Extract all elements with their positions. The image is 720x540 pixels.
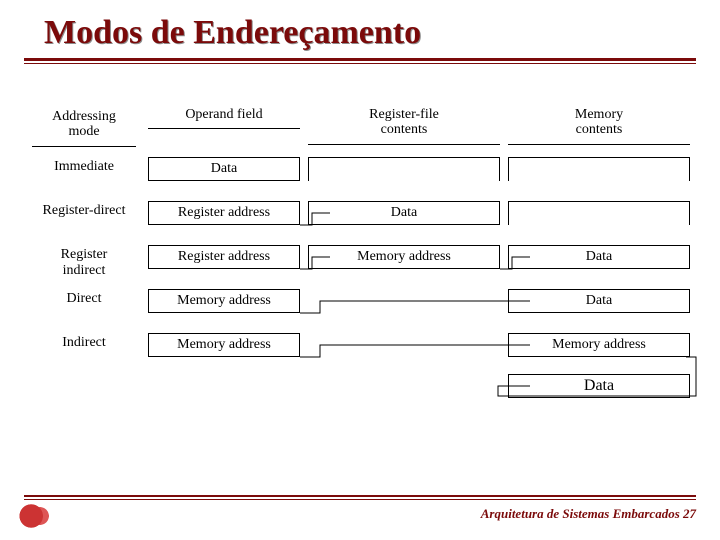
mem-box: Memory address (508, 333, 690, 357)
regfile-box: Data (308, 201, 500, 225)
title-underline (24, 58, 696, 64)
mem-box (508, 201, 690, 225)
mode-label: Indirect (24, 333, 144, 353)
mem-box (508, 157, 690, 181)
mem-box-final: Data (508, 374, 690, 398)
operand-box: Register address (148, 245, 300, 269)
slide: Modos de Endereçamento Addressing mode O… (0, 0, 720, 540)
mode-label: Register indirect (24, 245, 144, 281)
regfile-box (308, 157, 500, 181)
mem-box: Data (508, 245, 690, 269)
header-regfile: Register-file contents (304, 105, 504, 140)
final-row: Data (24, 374, 696, 398)
operand-box: Data (148, 157, 300, 181)
table-row: Indirect Memory address Memory address (24, 333, 696, 377)
mode-label: Immediate (24, 157, 144, 177)
footer-divider (24, 495, 696, 500)
regfile-box: Memory address (308, 245, 500, 269)
mem-box: Data (508, 289, 690, 313)
header-operand: Operand field (144, 105, 304, 124)
logo (18, 504, 62, 528)
table-header-row: Addressing mode Operand field Register-f… (24, 105, 696, 149)
table-row: Immediate Data (24, 157, 696, 201)
table-row: Register-direct Register address Data (24, 201, 696, 245)
operand-box: Register address (148, 201, 300, 225)
operand-box: Memory address (148, 289, 300, 313)
slide-title: Modos de Endereçamento (44, 14, 696, 52)
mode-label: Register-direct (24, 201, 144, 221)
addressing-table: Addressing mode Operand field Register-f… (24, 105, 696, 377)
footer-text: Arquitetura de Sistemas Embarcados 27 (481, 506, 696, 522)
header-mode: Addressing mode (28, 107, 140, 142)
mode-label: Direct (24, 289, 144, 309)
table-row: Direct Memory address Data (24, 289, 696, 333)
header-mem: Memory contents (504, 105, 694, 140)
table-row: Register indirect Register address Memor… (24, 245, 696, 289)
operand-box: Memory address (148, 333, 300, 357)
